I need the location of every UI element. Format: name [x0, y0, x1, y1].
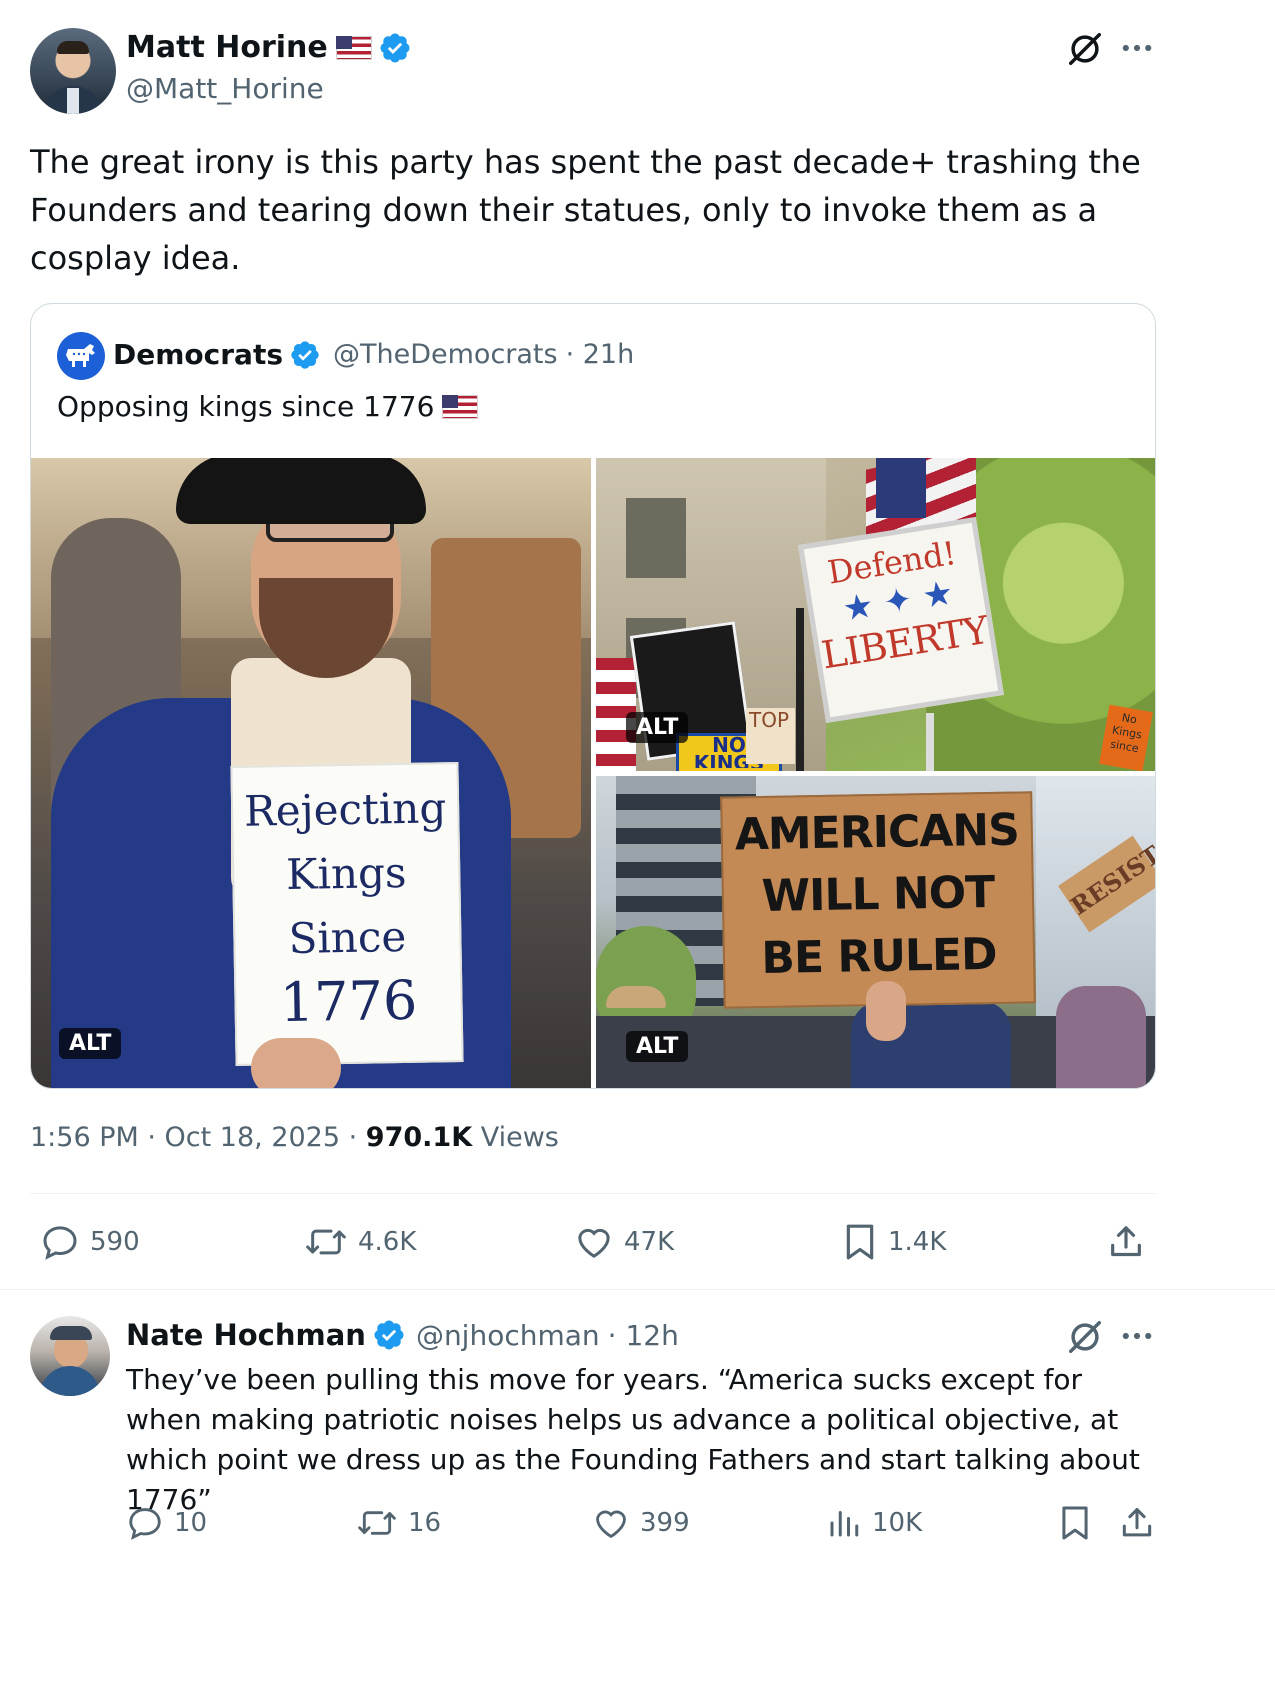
quoted-tweet-age[interactable]: · 21h: [566, 339, 635, 370]
sign-line: Rejecting: [243, 783, 447, 836]
heart-icon: [578, 1228, 610, 1258]
protest-sign-americans-will-not-be-ruled: AMERICANS WILL NOT BE RULED: [720, 791, 1036, 1009]
reply-age[interactable]: · 12h: [608, 1319, 679, 1352]
reply-author-handle[interactable]: @njhochman: [416, 1319, 600, 1352]
sign-line: AMERICANS: [734, 804, 1020, 861]
reply-reply-button[interactable]: 10: [126, 1504, 207, 1542]
verified-badge-icon[interactable]: [372, 1318, 406, 1352]
like-count: 47K: [624, 1227, 675, 1257]
views-count: 10K: [872, 1508, 923, 1538]
author-name[interactable]: Matt Horine: [126, 30, 328, 65]
democrats-logo-icon: [57, 332, 105, 380]
reply-text: They’ve been pulling this move for years…: [126, 1363, 1140, 1516]
views-count: 970.1K: [365, 1122, 473, 1153]
more-options-icon[interactable]: [1120, 34, 1154, 62]
like-count: 399: [640, 1508, 690, 1538]
grok-icon[interactable]: [1066, 1318, 1104, 1356]
share-icon[interactable]: [1106, 1222, 1146, 1262]
alt-text-badge[interactable]: ALT: [59, 1028, 122, 1059]
reply-repost-button[interactable]: 16: [356, 1504, 441, 1542]
author-name-row: Matt Horine: [126, 30, 412, 65]
heart-icon: [596, 1510, 626, 1539]
alt-text-badge[interactable]: ALT: [626, 712, 689, 743]
grok-icon[interactable]: [1066, 30, 1104, 68]
quoted-author-name[interactable]: Democrats: [113, 338, 283, 371]
reply-count: 10: [174, 1508, 208, 1538]
sign-line: 1776: [279, 968, 418, 1035]
verified-badge-icon[interactable]: [378, 31, 412, 65]
repost-icon: [358, 1511, 396, 1535]
reply-icon: [129, 1508, 161, 1540]
like-button[interactable]: 47K: [574, 1222, 674, 1262]
quoted-tweet-card[interactable]: Democrats @TheDemocrats · 21h Opposing k…: [30, 303, 1156, 1089]
divider: [30, 1193, 1156, 1194]
bookmark-icon: [846, 1224, 874, 1260]
share-icon[interactable]: [1118, 1504, 1156, 1542]
media-photo-3[interactable]: AMERICANS WILL NOT BE RULED RESIST ALT: [596, 776, 1155, 1088]
bookmark-icon[interactable]: [1058, 1504, 1092, 1542]
protest-sign-top: TOP: [746, 708, 795, 764]
divider: [0, 1289, 1275, 1290]
views-label: Views: [472, 1122, 559, 1153]
sign-line: Since: [288, 911, 407, 964]
reply-views-button[interactable]: 10K: [826, 1504, 922, 1542]
protest-sign-rejecting-kings: Rejecting Kings Since 1776: [230, 762, 464, 1066]
tweet-meta: 1:56 PM · Oct 18, 2025 · 970.1K Views: [30, 1122, 559, 1153]
us-flag-emoji: [442, 394, 479, 419]
media-photo-1[interactable]: Rejecting Kings Since 1776 ALT: [31, 458, 591, 1088]
bookmark-count: 1.4K: [888, 1227, 947, 1257]
reply-author-avatar[interactable]: [30, 1316, 110, 1396]
reply-author-row: Nate Hochman @njhochman · 12h: [126, 1318, 679, 1352]
sign-line: WILL NOT: [761, 866, 995, 923]
alt-text-badge[interactable]: ALT: [626, 1031, 689, 1062]
protest-sign-defend-liberty: Defend! ★ ✦ ★ LIBERTY: [798, 517, 1004, 723]
reply-author-name[interactable]: Nate Hochman: [126, 1318, 366, 1352]
reply-icon: [43, 1226, 77, 1260]
reply-button[interactable]: 590: [40, 1222, 140, 1262]
tweet-text: The great irony is this party has spent …: [30, 143, 1141, 277]
bookmark-button[interactable]: 1.4K: [842, 1222, 946, 1262]
verified-badge-icon[interactable]: [289, 339, 321, 371]
reply-like-button[interactable]: 399: [592, 1504, 690, 1542]
quoted-author-handle[interactable]: @TheDemocrats: [333, 339, 558, 370]
quoted-author-row: Democrats @TheDemocrats · 21h: [113, 338, 634, 371]
more-options-icon[interactable]: [1120, 1322, 1154, 1350]
repost-button[interactable]: 4.6K: [304, 1222, 416, 1262]
repost-count: 16: [408, 1508, 442, 1538]
tweet-timestamp[interactable]: 1:56 PM · Oct 18, 2025 ·: [30, 1122, 366, 1153]
repost-icon: [306, 1229, 346, 1255]
repost-count: 4.6K: [358, 1227, 417, 1257]
sign-line: Kings: [285, 847, 407, 900]
media-photo-2[interactable]: NO KINGS TOP Defend! ★ ✦ ★ LIBERTY No Ki…: [596, 458, 1155, 771]
author-avatar[interactable]: [30, 28, 116, 114]
quoted-tweet-text: Opposing kings since 1776: [57, 390, 435, 423]
author-handle[interactable]: @Matt_Horine: [126, 72, 324, 105]
analytics-icon: [830, 1511, 859, 1537]
quoted-tweet-text-row: Opposing kings since 1776: [57, 390, 479, 423]
us-flag-emoji: [335, 35, 372, 60]
reply-count: 590: [90, 1227, 140, 1257]
